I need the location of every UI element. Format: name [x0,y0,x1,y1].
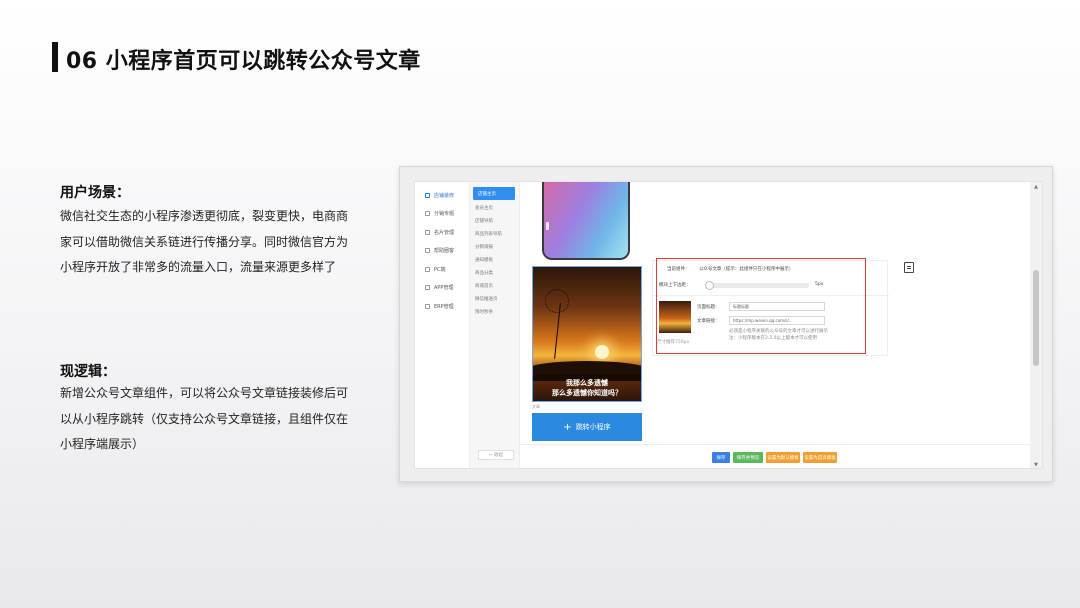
subnav-item-member[interactable]: 会员主页 [470,201,519,214]
subnav-item-goods-nav[interactable]: 商品列表导航 [470,227,519,240]
sidebar-item-distribution[interactable]: 分销专题 [415,205,469,224]
set-default-template-button[interactable]: 设置为默认模板 [766,452,800,463]
vertical-scrollbar[interactable]: ▲ ▼ [1030,182,1042,468]
page-icon [425,192,430,198]
subnav-item-seckill[interactable]: 限时秒杀 [470,305,519,318]
sidebar-item-decorate[interactable]: 店铺装修 [415,186,469,205]
sidebar-item-help[interactable]: 帮助圈客 [415,242,469,261]
scenario-body: 微信社交生态的小程序渗透更彻底，裂变更快，电商商家可以借助微信关系链进行传播分享… [60,209,349,274]
scroll-up-icon[interactable]: ▲ [1033,184,1039,190]
subnav-item-notice[interactable]: 通知模板 [470,253,519,266]
subnav-item-category[interactable]: 商品分类 [470,266,519,279]
subnav-item-home[interactable]: 店铺主页 [473,187,515,200]
slide-title: 06 小程序首页可以跳转公众号文章 [66,49,421,74]
share-icon [425,211,430,217]
logic-heading: 现逻辑： [60,364,116,380]
article-cover-image[interactable]: 我那么多遗憾 那么多遗憾你知道吗？ [532,266,642,402]
logic-body: 新增公众号文章组件，可以将公众号文章链接装修后可以从小程序跳转（仅支持公众号文章… [60,386,349,451]
subnav-item-mall[interactable]: 商城首页 [470,279,519,292]
article-caption: 我那么多遗憾 那么多遗憾你知道吗？ [533,375,641,401]
jump-miniprogram-button[interactable]: + 跳转小程序 [532,413,642,441]
secondary-sidebar: 店铺主页 会员主页 店铺导航 商品列表导航 分销海报 通知模板 商品分类 商城首… [470,182,520,468]
preview-canvas: 我那么多遗憾 那么多遗憾你知道吗？ 文章 + 跳转小程序 当前组件： 公众号文章… [520,182,1032,468]
article-label: 文章 [532,404,540,409]
editor-app: 店铺装修 分销专题 名片管理 帮助圈客 PC端 APP管理 ERP管理 店铺主页… [414,181,1043,469]
card-icon [425,229,430,235]
phone-product-image [542,182,630,260]
subnav-item-push[interactable]: 微信推送页 [470,292,519,305]
sidebar-item-card[interactable]: 名片管理 [415,223,469,242]
scroll-thumb[interactable] [1033,270,1039,366]
subnav-item-poster[interactable]: 分销海报 [470,240,519,253]
plus-icon: + [563,421,572,433]
scroll-down-icon[interactable]: ▼ [1033,462,1039,468]
subnav-item-nav[interactable]: 店铺导航 [470,214,519,227]
highlight-outline [656,258,866,354]
action-footer: 保存 保存并预览 设置为默认模板 设置为首页模板 [520,444,1032,468]
erp-icon [425,303,430,309]
save-button[interactable]: 保存 [712,452,730,463]
title-accent-bar [52,42,58,72]
primary-sidebar: 店铺装修 分销专题 名片管理 帮助圈客 PC端 APP管理 ERP管理 [415,182,470,468]
sidebar-item-pc[interactable]: PC端 [415,260,469,279]
sidebar-item-app[interactable]: APP管理 [415,279,469,298]
sidebar-item-erp[interactable]: ERP管理 [415,297,469,316]
save-preview-button[interactable]: 保存并预览 [733,452,763,463]
app-icon [425,285,430,291]
editor-screenshot: 店铺装修 分销专题 名片管理 帮助圈客 PC端 APP管理 ERP管理 店铺主页… [399,166,1053,482]
set-home-template-button[interactable]: 设置为首页模板 [803,452,837,463]
pc-icon [425,266,430,272]
collapse-button[interactable]: ← 收起 [478,450,514,460]
help-icon [425,248,430,254]
scenario-heading: 用户场景： [60,185,130,201]
document-icon[interactable] [904,262,914,273]
